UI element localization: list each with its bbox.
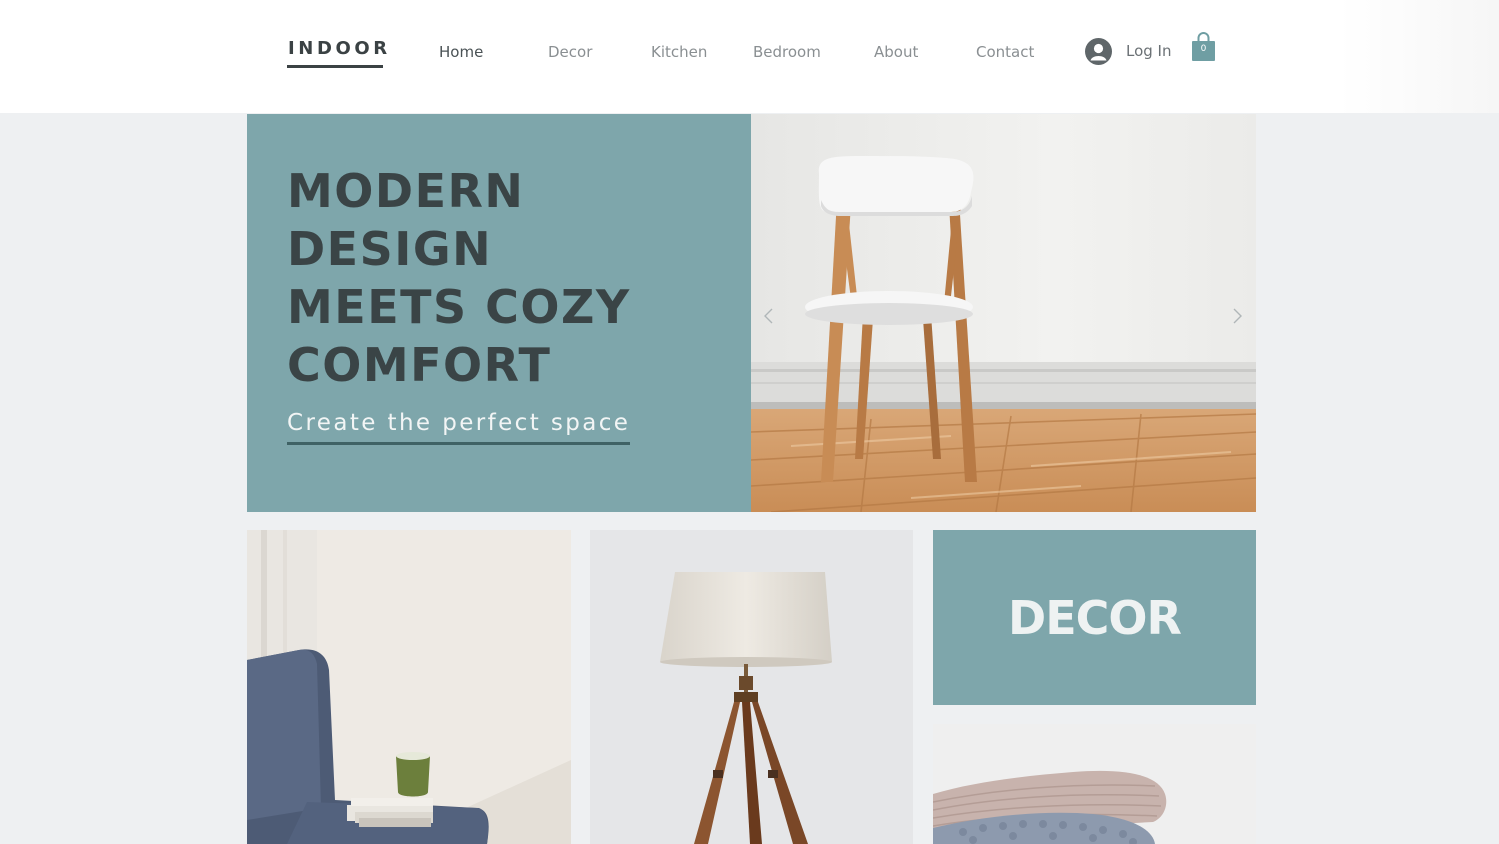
nav-bedroom[interactable]: Bedroom [753, 43, 821, 61]
login-label: Log In [1126, 42, 1172, 60]
lamp-tile[interactable] [590, 530, 913, 844]
hero-title-line: MODERN [287, 164, 525, 218]
blankets-tile[interactable] [933, 724, 1256, 844]
hero-cta-link[interactable]: Create the perfect space [287, 410, 631, 445]
cart-count: 0 [1200, 44, 1207, 54]
decor-label: DECOR [1008, 590, 1182, 645]
user-avatar-icon [1085, 37, 1112, 65]
header-fade [1339, 0, 1499, 113]
nav-home[interactable]: Home [439, 43, 483, 61]
decor-category-tile[interactable]: DECOR [933, 530, 1256, 705]
hero-title: MODERN DESIGN MEETS COZY COMFORT [287, 162, 631, 394]
nav-kitchen[interactable]: Kitchen [651, 43, 707, 61]
nav-about[interactable]: About [874, 43, 918, 61]
armchair-tile[interactable] [247, 530, 571, 844]
nav-decor[interactable]: Decor [548, 43, 592, 61]
hero-title-line: MEETS COZY [287, 280, 631, 334]
hero-title-line: DESIGN [287, 222, 493, 276]
chevron-left-icon[interactable] [760, 296, 776, 336]
hero-slideshow[interactable] [751, 114, 1256, 512]
login-button[interactable]: Log In [1085, 36, 1172, 66]
white-chair-photo [751, 114, 1256, 512]
tripod-lamp-photo [590, 530, 913, 844]
hero-panel: MODERN DESIGN MEETS COZY COMFORT Create … [247, 114, 751, 512]
nav-contact[interactable]: Contact [976, 43, 1034, 61]
site-header [0, 0, 1499, 113]
site-logo[interactable]: INDOOR [288, 38, 391, 59]
armchair-books-mug-photo [247, 530, 571, 844]
logo-underline [287, 65, 383, 68]
cart-button[interactable]: 0 [1191, 32, 1216, 62]
hero-title-line: COMFORT [287, 338, 552, 392]
chevron-right-icon[interactable] [1230, 296, 1246, 336]
knit-blankets-photo [933, 724, 1256, 844]
